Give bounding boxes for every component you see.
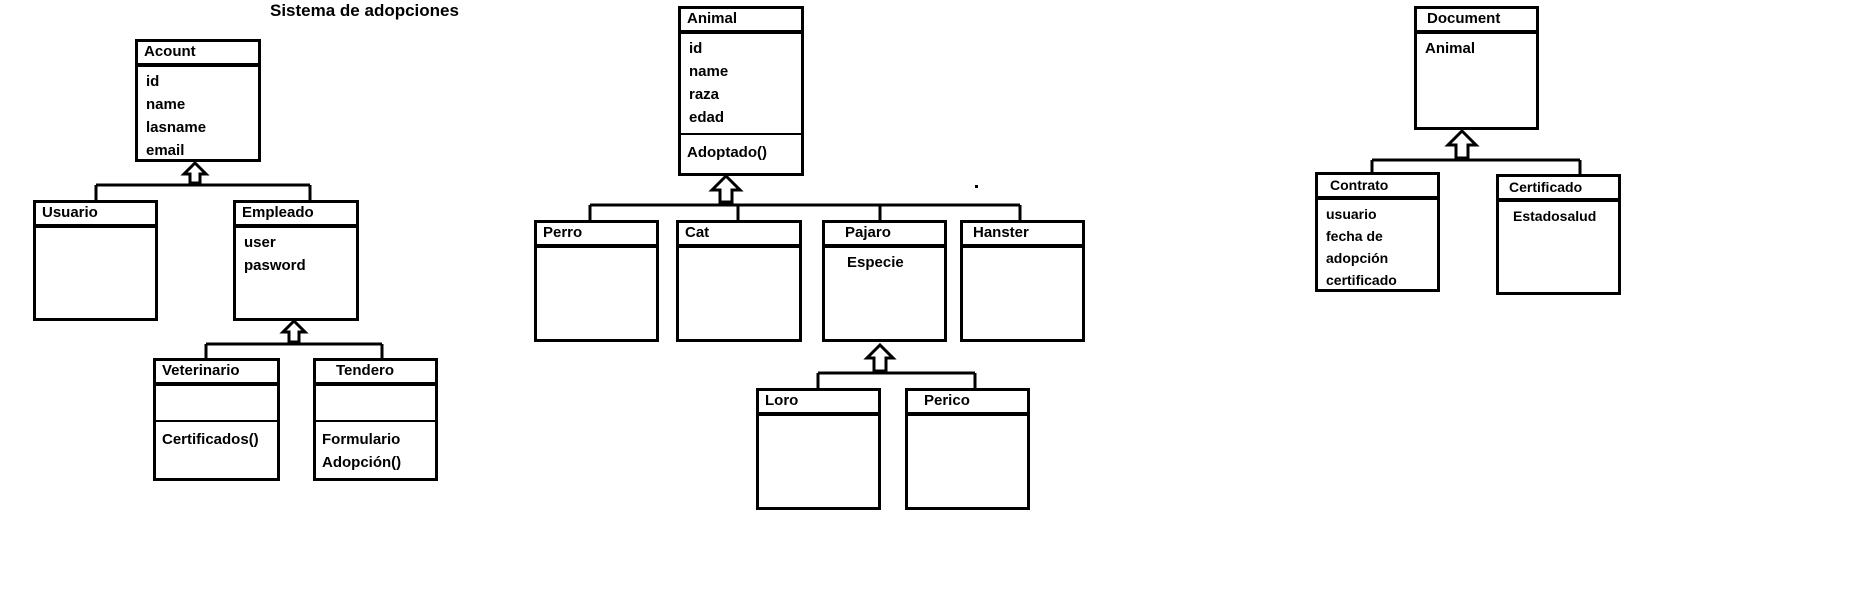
attribute: Estadosalud [1513,208,1597,224]
attribute: name [146,96,186,113]
class-animal[interactable]: Animal id name raza edad Adoptado() [678,6,804,176]
attribute: user [244,234,276,251]
attribute: raza [689,86,720,103]
class-name: Perico [908,391,1027,416]
class-usuario[interactable]: Usuario [33,200,158,321]
class-name: Perro [537,223,656,248]
method: Certificados() [162,431,259,448]
attribute: email [146,142,185,159]
attribute: Especie [847,254,904,271]
attribute: lasname [146,119,207,136]
attribute: name [689,63,729,80]
class-name: Tendero [316,361,435,386]
class-document[interactable]: Document Animal [1414,6,1539,130]
attribute: id [689,40,703,57]
class-veterinario[interactable]: Veterinario Certificados() [153,358,280,481]
attribute: certificado [1326,272,1397,288]
class-name: Animal [681,9,801,34]
class-hanster[interactable]: Hanster [960,220,1085,342]
class-name: Veterinario [156,361,277,386]
class-name: Usuario [36,203,155,228]
class-name: Hanster [963,223,1082,248]
class-certificado[interactable]: Certificado Estadosalud [1496,174,1621,295]
class-cat[interactable]: Cat [676,220,802,342]
class-name: Pajaro [825,223,944,248]
attribute: Animal [1425,40,1476,57]
class-empleado[interactable]: Empleado user pasword [233,200,359,321]
class-name: Loro [759,391,878,416]
class-perico[interactable]: Perico [905,388,1030,510]
class-name: Contrato [1318,175,1437,200]
method: Adopción() [322,454,402,471]
class-perro[interactable]: Perro [534,220,659,342]
method: Adoptado() [687,144,767,161]
class-pajaro[interactable]: Pajaro Especie [822,220,947,342]
class-contrato[interactable]: Contrato usuario fecha de adopción certi… [1315,172,1440,292]
diagram-title: Sistema de adopciones [270,1,459,20]
class-loro[interactable]: Loro [756,388,881,510]
class-name: Cat [679,223,799,248]
attribute: edad [689,109,725,126]
class-tendero[interactable]: Tendero Formulario Adopción() [313,358,438,481]
method: Formulario [322,431,401,448]
attribute: pasword [244,257,306,274]
class-name: Certificado [1499,177,1618,202]
stray-dot [975,185,978,188]
attribute: id [146,73,160,90]
class-name: Acount [138,42,258,67]
class-name: Empleado [236,203,356,228]
class-acount[interactable]: Acount id name lasname email [135,39,261,162]
attribute: usuario [1326,206,1377,222]
class-name: Document [1417,9,1536,34]
attribute: adopción [1326,250,1389,266]
attribute: fecha de [1326,228,1383,244]
